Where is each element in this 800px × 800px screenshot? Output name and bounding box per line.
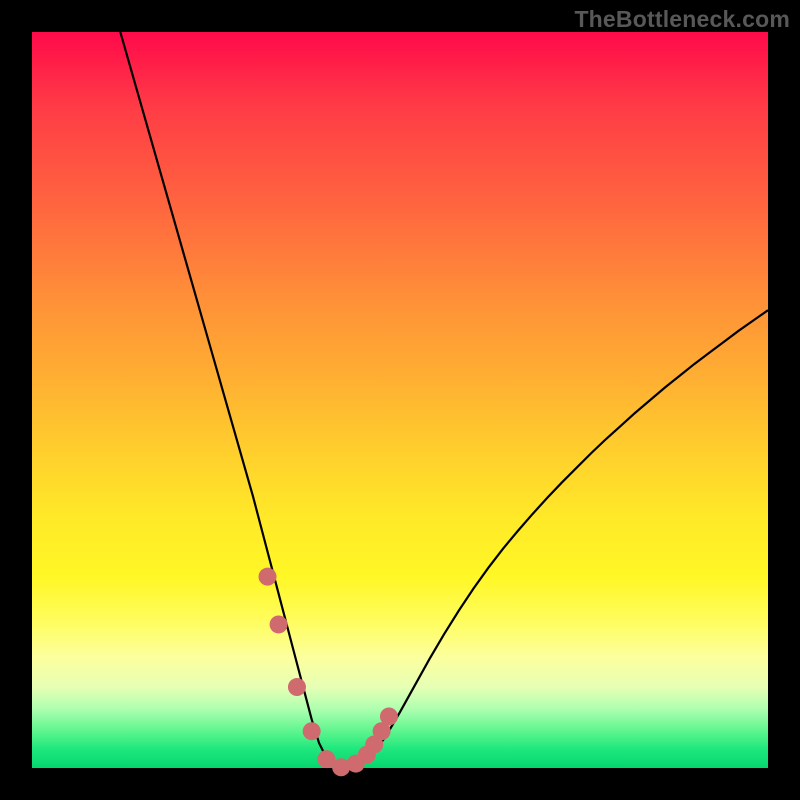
marker-dot: [380, 707, 398, 725]
marker-dot: [270, 615, 288, 633]
marker-dot: [288, 678, 306, 696]
marker-dot: [259, 568, 277, 586]
plot-area: [32, 32, 768, 768]
watermark-text: TheBottleneck.com: [574, 6, 790, 33]
chart-frame: TheBottleneck.com: [0, 0, 800, 800]
curve-line: [120, 32, 768, 768]
chart-svg: [32, 32, 768, 768]
marker-dot: [303, 722, 321, 740]
